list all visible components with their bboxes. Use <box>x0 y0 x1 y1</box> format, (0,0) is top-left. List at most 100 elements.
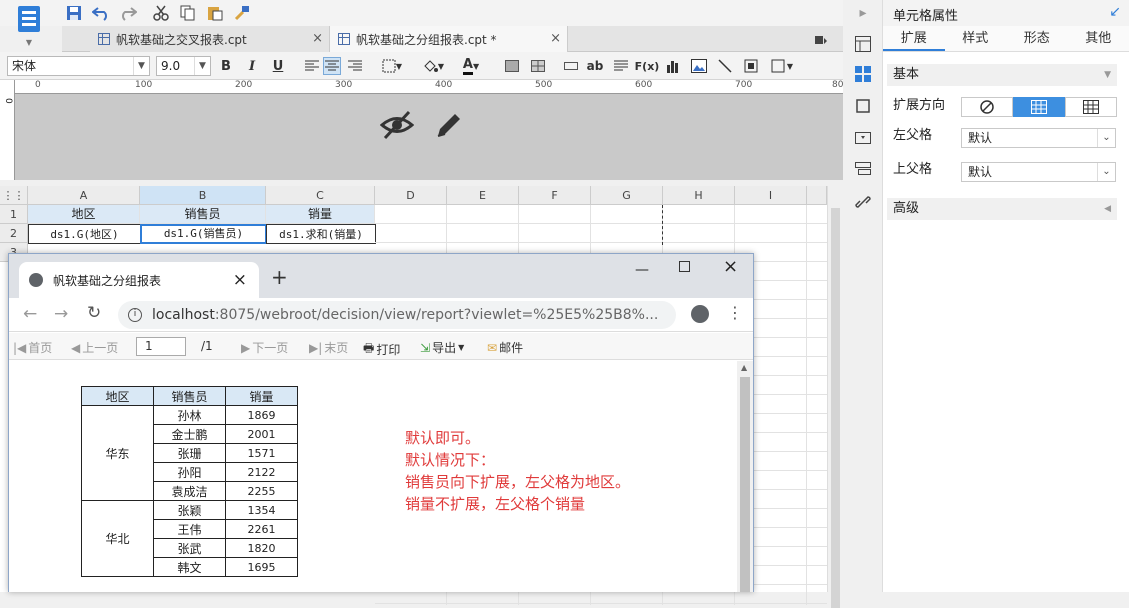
edit-pencil-icon[interactable] <box>434 110 464 143</box>
last-page-button[interactable]: ▶|末页 <box>309 339 348 356</box>
column-header[interactable]: H <box>663 186 735 205</box>
sub-report-icon[interactable] <box>742 57 760 75</box>
email-button[interactable]: ✉邮件 <box>487 339 523 356</box>
sheet-scrollbar[interactable] <box>827 186 843 592</box>
fill-color-icon[interactable]: ▼ <box>418 57 448 75</box>
chart-icon[interactable] <box>664 57 682 75</box>
close-icon[interactable]: × <box>312 31 323 46</box>
row-header[interactable]: 1 <box>0 205 28 224</box>
formula-button[interactable]: F(x) <box>636 57 658 75</box>
underline-button[interactable]: U <box>269 57 287 75</box>
expand-panel-icon[interactable]: ↙ <box>1109 4 1121 20</box>
column-header[interactable]: D <box>375 186 447 205</box>
cut-icon[interactable] <box>151 3 171 23</box>
save-icon[interactable] <box>64 3 84 23</box>
cell-attribute-icon[interactable] <box>853 64 873 84</box>
row-header[interactable]: 2 <box>0 224 28 243</box>
expand-vertical-button[interactable] <box>1013 97 1065 117</box>
hyperlink-icon[interactable] <box>853 192 873 212</box>
merge-cells-icon[interactable] <box>503 57 521 75</box>
float-element-icon[interactable] <box>853 96 873 116</box>
font-name-select[interactable]: 宋体 ▼ <box>7 56 150 76</box>
info-icon[interactable]: i <box>128 308 142 322</box>
export-button[interactable]: ⇲导出▼ <box>420 339 464 356</box>
column-header[interactable]: G <box>591 186 663 205</box>
eye-off-icon[interactable] <box>380 110 414 143</box>
column-header[interactable]: I <box>735 186 807 205</box>
column-header[interactable]: E <box>447 186 519 205</box>
widget-icon[interactable]: ▼ <box>768 57 796 75</box>
widget-settings-icon[interactable] <box>853 128 873 148</box>
tab-list-icon[interactable] <box>812 32 830 48</box>
prev-page-button[interactable]: ◀上一页 <box>71 339 118 356</box>
conditional-style-icon[interactable] <box>853 160 873 180</box>
undo-icon[interactable] <box>91 3 111 23</box>
paste-icon[interactable] <box>205 3 225 23</box>
insert-row-icon[interactable] <box>562 57 580 75</box>
border-icon[interactable]: ▼ <box>378 57 406 75</box>
cell-a1[interactable]: 地区 <box>28 205 140 224</box>
forward-icon[interactable]: → <box>54 304 68 324</box>
scroll-thumb[interactable] <box>831 208 840 608</box>
tab-shape[interactable]: 形态 <box>1006 26 1068 51</box>
tab-expand[interactable]: 扩展 <box>883 26 945 51</box>
column-header[interactable] <box>807 186 827 205</box>
close-window-icon[interactable]: × <box>723 256 738 277</box>
section-basic[interactable]: 基本 ▼ <box>887 64 1117 86</box>
format-painter-icon[interactable] <box>232 3 252 23</box>
back-icon[interactable]: ← <box>23 304 37 324</box>
page-number-input[interactable]: 1 <box>136 337 186 356</box>
copy-icon[interactable] <box>178 3 198 23</box>
align-right-icon[interactable] <box>346 57 364 75</box>
bold-button[interactable]: B <box>217 57 235 75</box>
profile-avatar-icon[interactable] <box>691 305 709 323</box>
report-scrollbar[interactable]: ▲ <box>737 361 753 592</box>
minimize-icon[interactable]: — <box>635 262 649 278</box>
cell-a2[interactable]: ds1.G(地区) <box>28 224 141 244</box>
browser-tab[interactable]: 帆软基础之分组报表 × <box>19 262 259 298</box>
cell-c2[interactable]: ds1.求和(销量) <box>266 224 376 244</box>
close-icon[interactable]: × <box>233 270 247 290</box>
cell-b2[interactable]: ds1.G(销售员) <box>140 224 267 244</box>
expand-none-button[interactable] <box>961 97 1013 117</box>
expand-horizontal-button[interactable] <box>1065 97 1117 117</box>
column-header[interactable]: C <box>266 186 375 205</box>
align-left-icon[interactable] <box>303 57 321 75</box>
column-header[interactable]: F <box>519 186 591 205</box>
tab-cross-report[interactable]: 帆软基础之交叉报表.cpt × <box>90 26 330 52</box>
cell-c1[interactable]: 销量 <box>266 205 375 224</box>
cell-element-icon[interactable] <box>853 34 873 54</box>
scroll-up-icon[interactable]: ▲ <box>741 363 747 372</box>
font-color-icon[interactable]: A▼ <box>456 57 486 75</box>
top-parent-select[interactable]: 默认 ⌄ <box>961 162 1116 182</box>
align-center-icon[interactable] <box>323 57 341 75</box>
first-page-button[interactable]: |◀首页 <box>13 339 52 356</box>
scroll-thumb[interactable] <box>740 377 750 592</box>
redo-icon[interactable] <box>118 3 138 23</box>
print-button[interactable]: 🖶打印 <box>363 339 400 360</box>
paragraph-icon[interactable] <box>612 57 630 75</box>
next-page-button[interactable]: ▶下一页 <box>241 339 288 356</box>
cell-b1[interactable]: 销售员 <box>140 205 266 224</box>
column-header[interactable]: A <box>28 186 140 205</box>
slash-icon[interactable] <box>716 57 734 75</box>
left-parent-select[interactable]: 默认 ⌄ <box>961 128 1116 148</box>
app-menu-button[interactable]: ▼ <box>0 0 58 52</box>
close-icon[interactable]: × <box>550 31 561 46</box>
menu-kebab-icon[interactable]: ⋮ <box>727 303 743 322</box>
text-wrap-button[interactable]: ab <box>586 57 604 75</box>
select-all-corner[interactable]: ⋮⋮ <box>0 186 28 205</box>
italic-button[interactable]: I <box>243 57 261 75</box>
font-size-select[interactable]: 9.0 ▼ <box>156 56 211 76</box>
unmerge-cells-icon[interactable] <box>529 57 547 75</box>
column-header[interactable]: B <box>140 186 266 205</box>
url-input[interactable]: i localhost:8075/webroot/decision/view/r… <box>118 301 676 329</box>
reload-icon[interactable]: ↻ <box>87 303 101 323</box>
tab-style[interactable]: 样式 <box>945 26 1007 51</box>
section-advanced[interactable]: 高级 ◀ <box>887 198 1117 220</box>
tab-other[interactable]: 其他 <box>1068 26 1129 51</box>
image-icon[interactable] <box>690 57 708 75</box>
new-tab-button[interactable]: + <box>271 265 288 289</box>
tab-group-report[interactable]: 帆软基础之分组报表.cpt * × <box>330 26 568 52</box>
collapse-arrow-icon[interactable]: ▸ <box>855 5 871 21</box>
